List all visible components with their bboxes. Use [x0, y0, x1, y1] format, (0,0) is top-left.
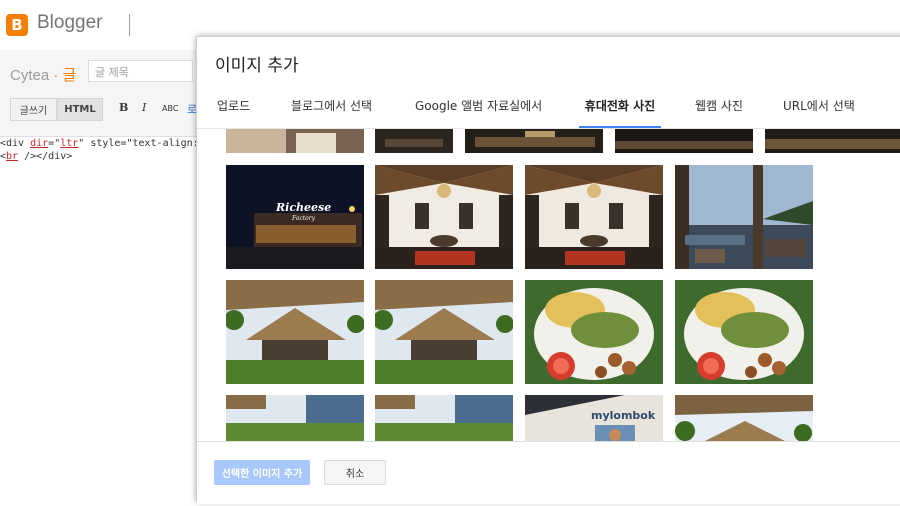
- photo-thumbnail[interactable]: [765, 129, 900, 153]
- dialog-footer: 선택한 이미지 추가 취소: [197, 441, 900, 504]
- code-token: <div: [0, 138, 31, 149]
- post-title-input[interactable]: 글 제목: [88, 60, 193, 82]
- photo-thumbnail[interactable]: Richeese Factory: [226, 165, 364, 269]
- tab-google-album[interactable]: Google 앨범 자료실에서: [415, 92, 542, 128]
- blog-breadcrumb: Cytea · 글: [10, 64, 76, 85]
- tab-upload[interactable]: 업로드: [217, 92, 250, 128]
- app-name[interactable]: Blogger: [37, 12, 103, 34]
- bold-button[interactable]: B: [119, 101, 128, 114]
- blog-section: 글: [62, 67, 77, 84]
- photo-thumbnail[interactable]: [675, 280, 813, 384]
- italic-button[interactable]: I: [142, 101, 146, 114]
- photo-thumbnail[interactable]: [226, 280, 364, 384]
- photo-thumbnail[interactable]: [226, 395, 364, 441]
- add-selected-images-button[interactable]: 선택한 이미지 추가: [214, 460, 310, 485]
- photo-thumbnail[interactable]: [375, 129, 453, 153]
- blogger-logo-icon[interactable]: B: [6, 14, 28, 36]
- code-token: ltr: [60, 138, 79, 149]
- dialog-title: 이미지 추가: [215, 56, 299, 76]
- photo-thumbnail[interactable]: mylombok: [525, 395, 663, 441]
- thumbnail-sign-subtext: Factory: [291, 215, 316, 222]
- tab-webcam[interactable]: 웹캠 사진: [695, 92, 743, 128]
- photo-thumbnail[interactable]: [675, 165, 813, 269]
- code-token: /></div>: [18, 151, 73, 162]
- thumbnail-sign-text: Richeese: [275, 201, 331, 214]
- photo-thumbnail[interactable]: [375, 165, 513, 269]
- blog-name: Cytea: [10, 67, 50, 84]
- tab-url[interactable]: URL에서 선택: [783, 92, 855, 128]
- tab-phone-photos[interactable]: 휴대전화 사진: [579, 92, 661, 128]
- photo-thumbnail[interactable]: [465, 129, 603, 153]
- code-token: =": [48, 138, 61, 149]
- html-mode-button[interactable]: HTML: [57, 98, 103, 121]
- code-token: br: [6, 151, 19, 162]
- breadcrumb-separator: ·: [53, 67, 59, 84]
- code-token: " style="text-align: l: [78, 138, 211, 149]
- photo-thumbnail[interactable]: [675, 395, 813, 441]
- source-tabs: 업로드 블로그에서 선택 Google 앨범 자료실에서 휴대전화 사진 웹캠 …: [197, 92, 900, 129]
- tab-from-blog[interactable]: 블로그에서 선택: [291, 92, 372, 128]
- photo-thumbnail[interactable]: [375, 280, 513, 384]
- strikethrough-button[interactable]: ABC: [162, 104, 178, 113]
- divider: [129, 14, 130, 36]
- photo-grid[interactable]: Richeese Factory mylombok: [197, 129, 900, 441]
- photo-thumbnail[interactable]: [525, 280, 663, 384]
- html-code-editor[interactable]: <div dir="ltr" style="text-align: l <br …: [0, 137, 211, 163]
- photo-thumbnail[interactable]: [525, 165, 663, 269]
- photo-thumbnail[interactable]: [375, 395, 513, 441]
- thumbnail-magazine-text: mylombok: [591, 409, 656, 422]
- add-image-dialog: 이미지 추가 업로드 블로그에서 선택 Google 앨범 자료실에서 휴대전화…: [196, 36, 900, 504]
- cancel-button[interactable]: 취소: [324, 460, 386, 485]
- photo-thumbnail[interactable]: [226, 129, 364, 153]
- photo-thumbnail[interactable]: [615, 129, 753, 153]
- compose-mode-button[interactable]: 글쓰기: [10, 98, 57, 121]
- code-token: dir: [30, 138, 49, 149]
